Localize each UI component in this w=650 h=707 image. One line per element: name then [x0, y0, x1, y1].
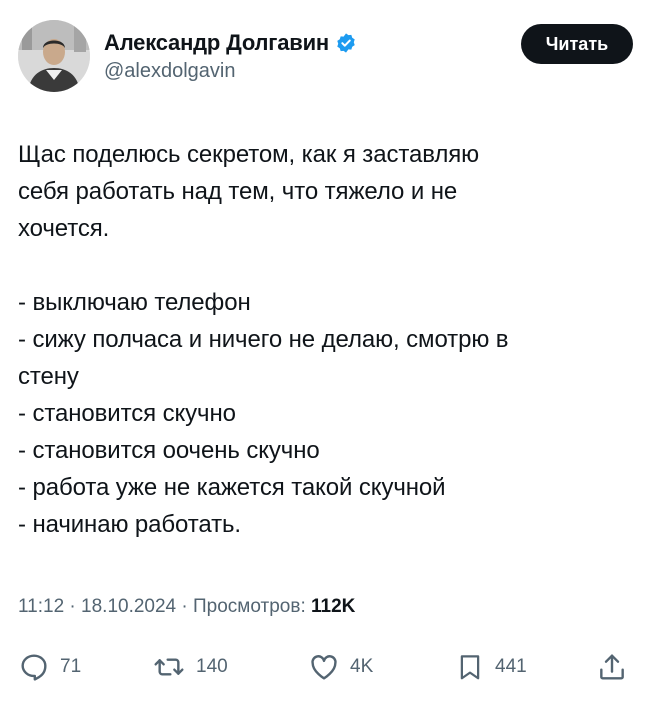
action-bar: 71 140 4K 441 — [18, 651, 633, 687]
bookmark-count: 441 — [495, 656, 527, 677]
tweet-line: Щас поделюсь секретом, как я заставляю — [18, 141, 480, 168]
tweet-time[interactable]: 11:12 — [18, 596, 64, 617]
repost-count: 140 — [196, 656, 228, 677]
views-label: Просмотров: — [193, 596, 306, 617]
tweet-list-item: стену — [18, 363, 79, 390]
tweet-list-item: - работа уже не кажется такой скучной — [18, 474, 446, 501]
tweet-date[interactable]: 18.10.2024 — [81, 596, 176, 617]
repost-button[interactable]: 140 — [152, 651, 228, 683]
avatar[interactable] — [18, 20, 90, 92]
verified-badge-icon — [335, 32, 357, 54]
tweet-meta: 11:12 · 18.10.2024 · Просмотров: 112K — [18, 596, 355, 618]
tweet-line: себя работать над тем, что тяжело и не — [18, 178, 458, 205]
heart-icon — [311, 655, 337, 680]
tweet-list-item: - начинаю работать. — [18, 511, 241, 538]
author-handle[interactable]: @alexdolgavin — [104, 60, 357, 83]
bookmark-button[interactable]: 441 — [455, 651, 527, 683]
tweet-text: Щас поделюсь секретом, как я заставляю с… — [18, 136, 618, 543]
tweet-list-item: - становится оочень скучно — [18, 437, 320, 464]
tweet-list-item: - сижу полчаса и ничего не делаю, смотрю… — [18, 326, 509, 353]
avatar-photo — [18, 20, 90, 92]
share-icon — [600, 654, 624, 680]
like-button[interactable]: 4K — [308, 651, 373, 683]
like-count: 4K — [350, 656, 374, 677]
tweet-list-item: - становится скучно — [18, 400, 236, 427]
tweet-line: хочется. — [18, 215, 110, 242]
meta-separator: · — [181, 596, 188, 617]
reply-icon — [21, 654, 47, 681]
tweet-header: Александр Долгавин @alexdolgavin Читать — [18, 20, 633, 96]
views-count: 112K — [311, 596, 356, 617]
bookmark-icon — [460, 655, 480, 680]
author-name[interactable]: Александр Долгавин — [104, 30, 329, 56]
tweet-list-item: - выключаю телефон — [18, 289, 251, 316]
repost-icon — [154, 658, 184, 676]
follow-button[interactable]: Читать — [521, 24, 633, 64]
reply-count: 71 — [60, 656, 82, 677]
share-button[interactable] — [596, 651, 628, 683]
meta-separator: · — [69, 596, 76, 617]
author-name-row: Александр Долгавин — [104, 28, 357, 58]
reply-button[interactable]: 71 — [18, 651, 81, 683]
author-info: Александр Долгавин @alexdolgavin — [104, 28, 357, 83]
